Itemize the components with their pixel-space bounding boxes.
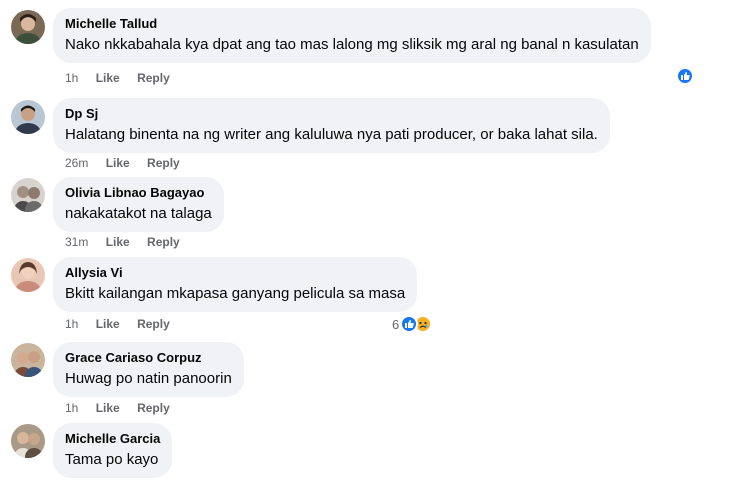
comment-bubble: Dp Sj Halatang binenta na ng writer ang … [53, 98, 610, 153]
comment-text: Halatang binenta na ng writer ang kalulu… [65, 126, 598, 143]
avatar[interactable] [11, 258, 45, 292]
reaction-count: 6 [392, 316, 400, 332]
comment-text: Nako nkkabahala kya dpat ang tao mas lal… [65, 36, 639, 53]
like-button[interactable]: Like [96, 71, 120, 85]
avatar[interactable] [11, 343, 45, 377]
avatar[interactable] [11, 178, 45, 212]
comment-reactions[interactable] [676, 67, 694, 85]
comment-time[interactable]: 26m [65, 156, 88, 170]
like-button[interactable]: Like [106, 235, 130, 249]
avatar[interactable] [11, 424, 45, 458]
reply-button[interactable]: Reply [137, 401, 170, 415]
comment-author[interactable]: Olivia Libnao Bagayao [65, 184, 212, 201]
comment-actions: 26m Like Reply [65, 156, 194, 170]
comment-actions: 31m Like Reply [65, 235, 194, 249]
comment-actions: 1h Like Reply [65, 71, 184, 85]
reply-button[interactable]: Reply [137, 71, 170, 85]
comment-author[interactable]: Grace Cariaso Corpuz [65, 349, 232, 366]
comment-author[interactable]: Allysia Vi [65, 264, 405, 281]
avatar[interactable] [11, 10, 45, 44]
reply-button[interactable]: Reply [147, 235, 180, 249]
comment-time[interactable]: 1h [65, 71, 78, 85]
comment-author[interactable]: Dp Sj [65, 105, 598, 122]
reply-button[interactable]: Reply [147, 156, 180, 170]
comment-text: nakakatakot na talaga [65, 205, 212, 222]
thumbs-up-icon [676, 67, 694, 85]
comment-reactions[interactable]: 6 [392, 315, 433, 333]
avatar[interactable] [11, 100, 45, 134]
comment-text: Bkitt kailangan mkapasa ganyang pelicula… [65, 285, 406, 302]
comment-bubble: Olivia Libnao Bagayao nakakatakot na tal… [53, 177, 224, 232]
comment-time[interactable]: 1h [65, 317, 78, 331]
comment-author[interactable]: Michelle Tallud [65, 15, 639, 32]
comment-bubble: Grace Cariaso Corpuz Huwag po natin pano… [53, 342, 244, 397]
like-button[interactable]: Like [106, 156, 130, 170]
comment-time[interactable]: 1h [65, 401, 78, 415]
comment-text: Huwag po natin panoorin [65, 370, 232, 387]
reply-button[interactable]: Reply [137, 317, 170, 331]
comment-author[interactable]: Michelle Garcia [65, 430, 160, 447]
comment-time[interactable]: 31m [65, 235, 88, 249]
comment-actions: 1h Like Reply [65, 401, 184, 415]
comment-bubble: Allysia Vi Bkitt kailangan mkapasa ganya… [53, 257, 418, 312]
like-button[interactable]: Like [96, 401, 120, 415]
comment-actions: 1h Like Reply [65, 317, 184, 331]
comment-text: Tama po kayo [65, 451, 159, 468]
comment-bubble: Michelle Garcia Tama po kayo [53, 423, 173, 478]
comment-bubble: Michelle Tallud Nako nkkabahala kya dpat… [53, 8, 651, 63]
like-button[interactable]: Like [96, 317, 120, 331]
